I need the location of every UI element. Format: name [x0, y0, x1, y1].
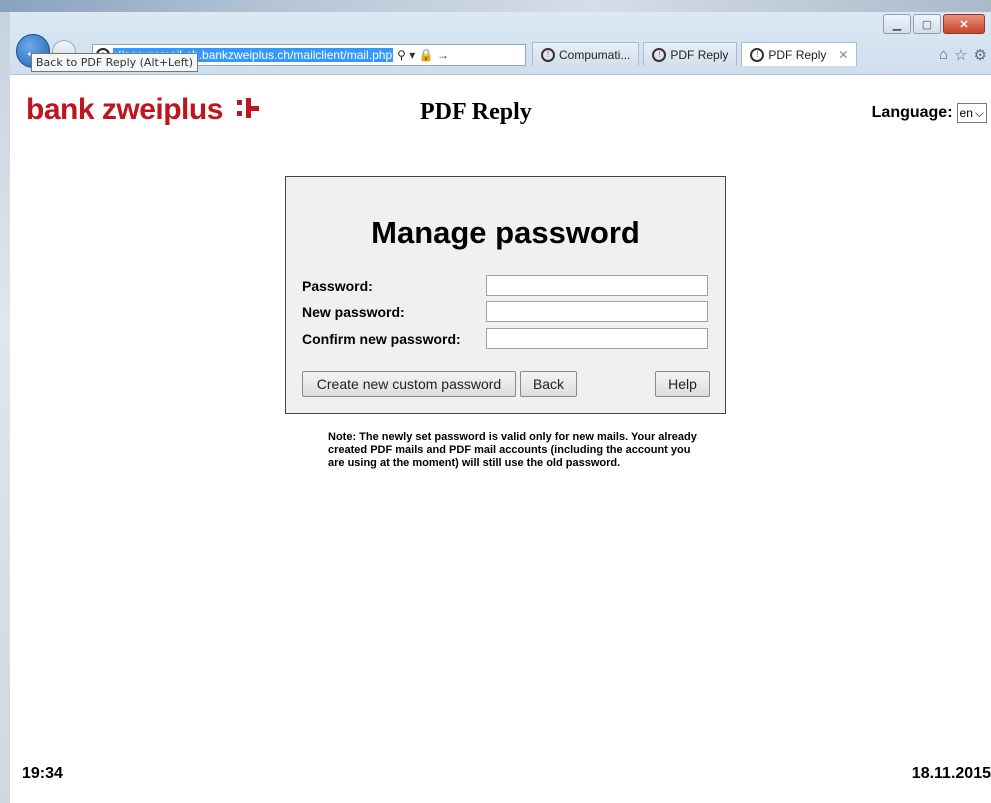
desktop-background: [0, 0, 991, 12]
panel-title: Manage password: [371, 215, 640, 250]
tab-strip: ! Compumati... ! PDF Reply ! PDF Reply ✕: [532, 42, 858, 66]
footer-date: 18.11.2015: [911, 765, 991, 782]
tab-label: PDF Reply: [768, 47, 827, 62]
tab-favicon-icon: !: [652, 47, 667, 62]
help-button[interactable]: Help: [655, 371, 710, 397]
minimize-button[interactable]: ▁: [883, 14, 911, 34]
back-form-button[interactable]: Back: [520, 371, 577, 397]
page-title: PDF Reply: [420, 99, 532, 125]
favorites-star-icon[interactable]: ☆: [954, 46, 967, 64]
new-password-input[interactable]: [486, 301, 708, 322]
tab-favicon-icon: !: [750, 47, 765, 62]
password-label: Password:: [302, 277, 373, 294]
new-password-row: New password:: [302, 301, 708, 322]
tab-label: Compumati...: [559, 47, 631, 62]
language-selector: Language: en ⌵: [872, 103, 987, 123]
confirm-password-label: Confirm new password:: [302, 330, 461, 347]
tab-close-icon[interactable]: ✕: [838, 48, 848, 62]
close-window-button[interactable]: ✕: [943, 14, 985, 34]
back-tooltip: Back to PDF Reply (Alt+Left): [31, 53, 199, 72]
bank-logo: bank zweiplus: [26, 93, 259, 127]
toolbar-icons: ⌂ ☆ ⚙: [939, 46, 987, 64]
tab-pdf-reply-active[interactable]: ! PDF Reply ✕: [741, 42, 858, 66]
settings-gear-icon[interactable]: ⚙: [974, 46, 987, 64]
maximize-button[interactable]: ▢: [913, 14, 941, 34]
tab-pdf-reply[interactable]: ! PDF Reply: [643, 42, 738, 66]
logo-mark-icon: [236, 98, 259, 120]
create-password-button[interactable]: Create new custom password: [302, 371, 516, 397]
footer-time: 19:34: [22, 765, 63, 782]
manage-password-panel: Manage password Password: New password: …: [285, 176, 726, 414]
home-icon[interactable]: ⌂: [939, 46, 948, 64]
address-tools-icons[interactable]: ⚲ ▾ 🔒 →: [397, 48, 449, 62]
page-content: bank zweiplus PDF Reply Language: en ⌵ M…: [10, 75, 991, 803]
language-label: Language:: [871, 104, 953, 121]
tab-compumati[interactable]: ! Compumati...: [532, 42, 640, 66]
desktop-edge: [0, 12, 10, 803]
chevron-down-icon: ⌵: [974, 105, 984, 120]
confirm-password-input[interactable]: [486, 328, 708, 349]
tab-label: PDF Reply: [670, 47, 729, 62]
window-controls: ▁ ▢ ✕: [883, 14, 985, 34]
new-password-label: New password:: [302, 303, 405, 320]
logo-text: bank zweiplus: [26, 93, 223, 126]
language-value: en: [959, 106, 973, 120]
password-input[interactable]: [486, 275, 708, 296]
password-row: Password:: [302, 275, 708, 296]
password-note: Note: The newly set password is valid on…: [328, 431, 697, 469]
confirm-password-row: Confirm new password:: [302, 328, 708, 349]
tab-favicon-icon: !: [541, 47, 555, 62]
language-select[interactable]: en ⌵: [956, 103, 987, 123]
